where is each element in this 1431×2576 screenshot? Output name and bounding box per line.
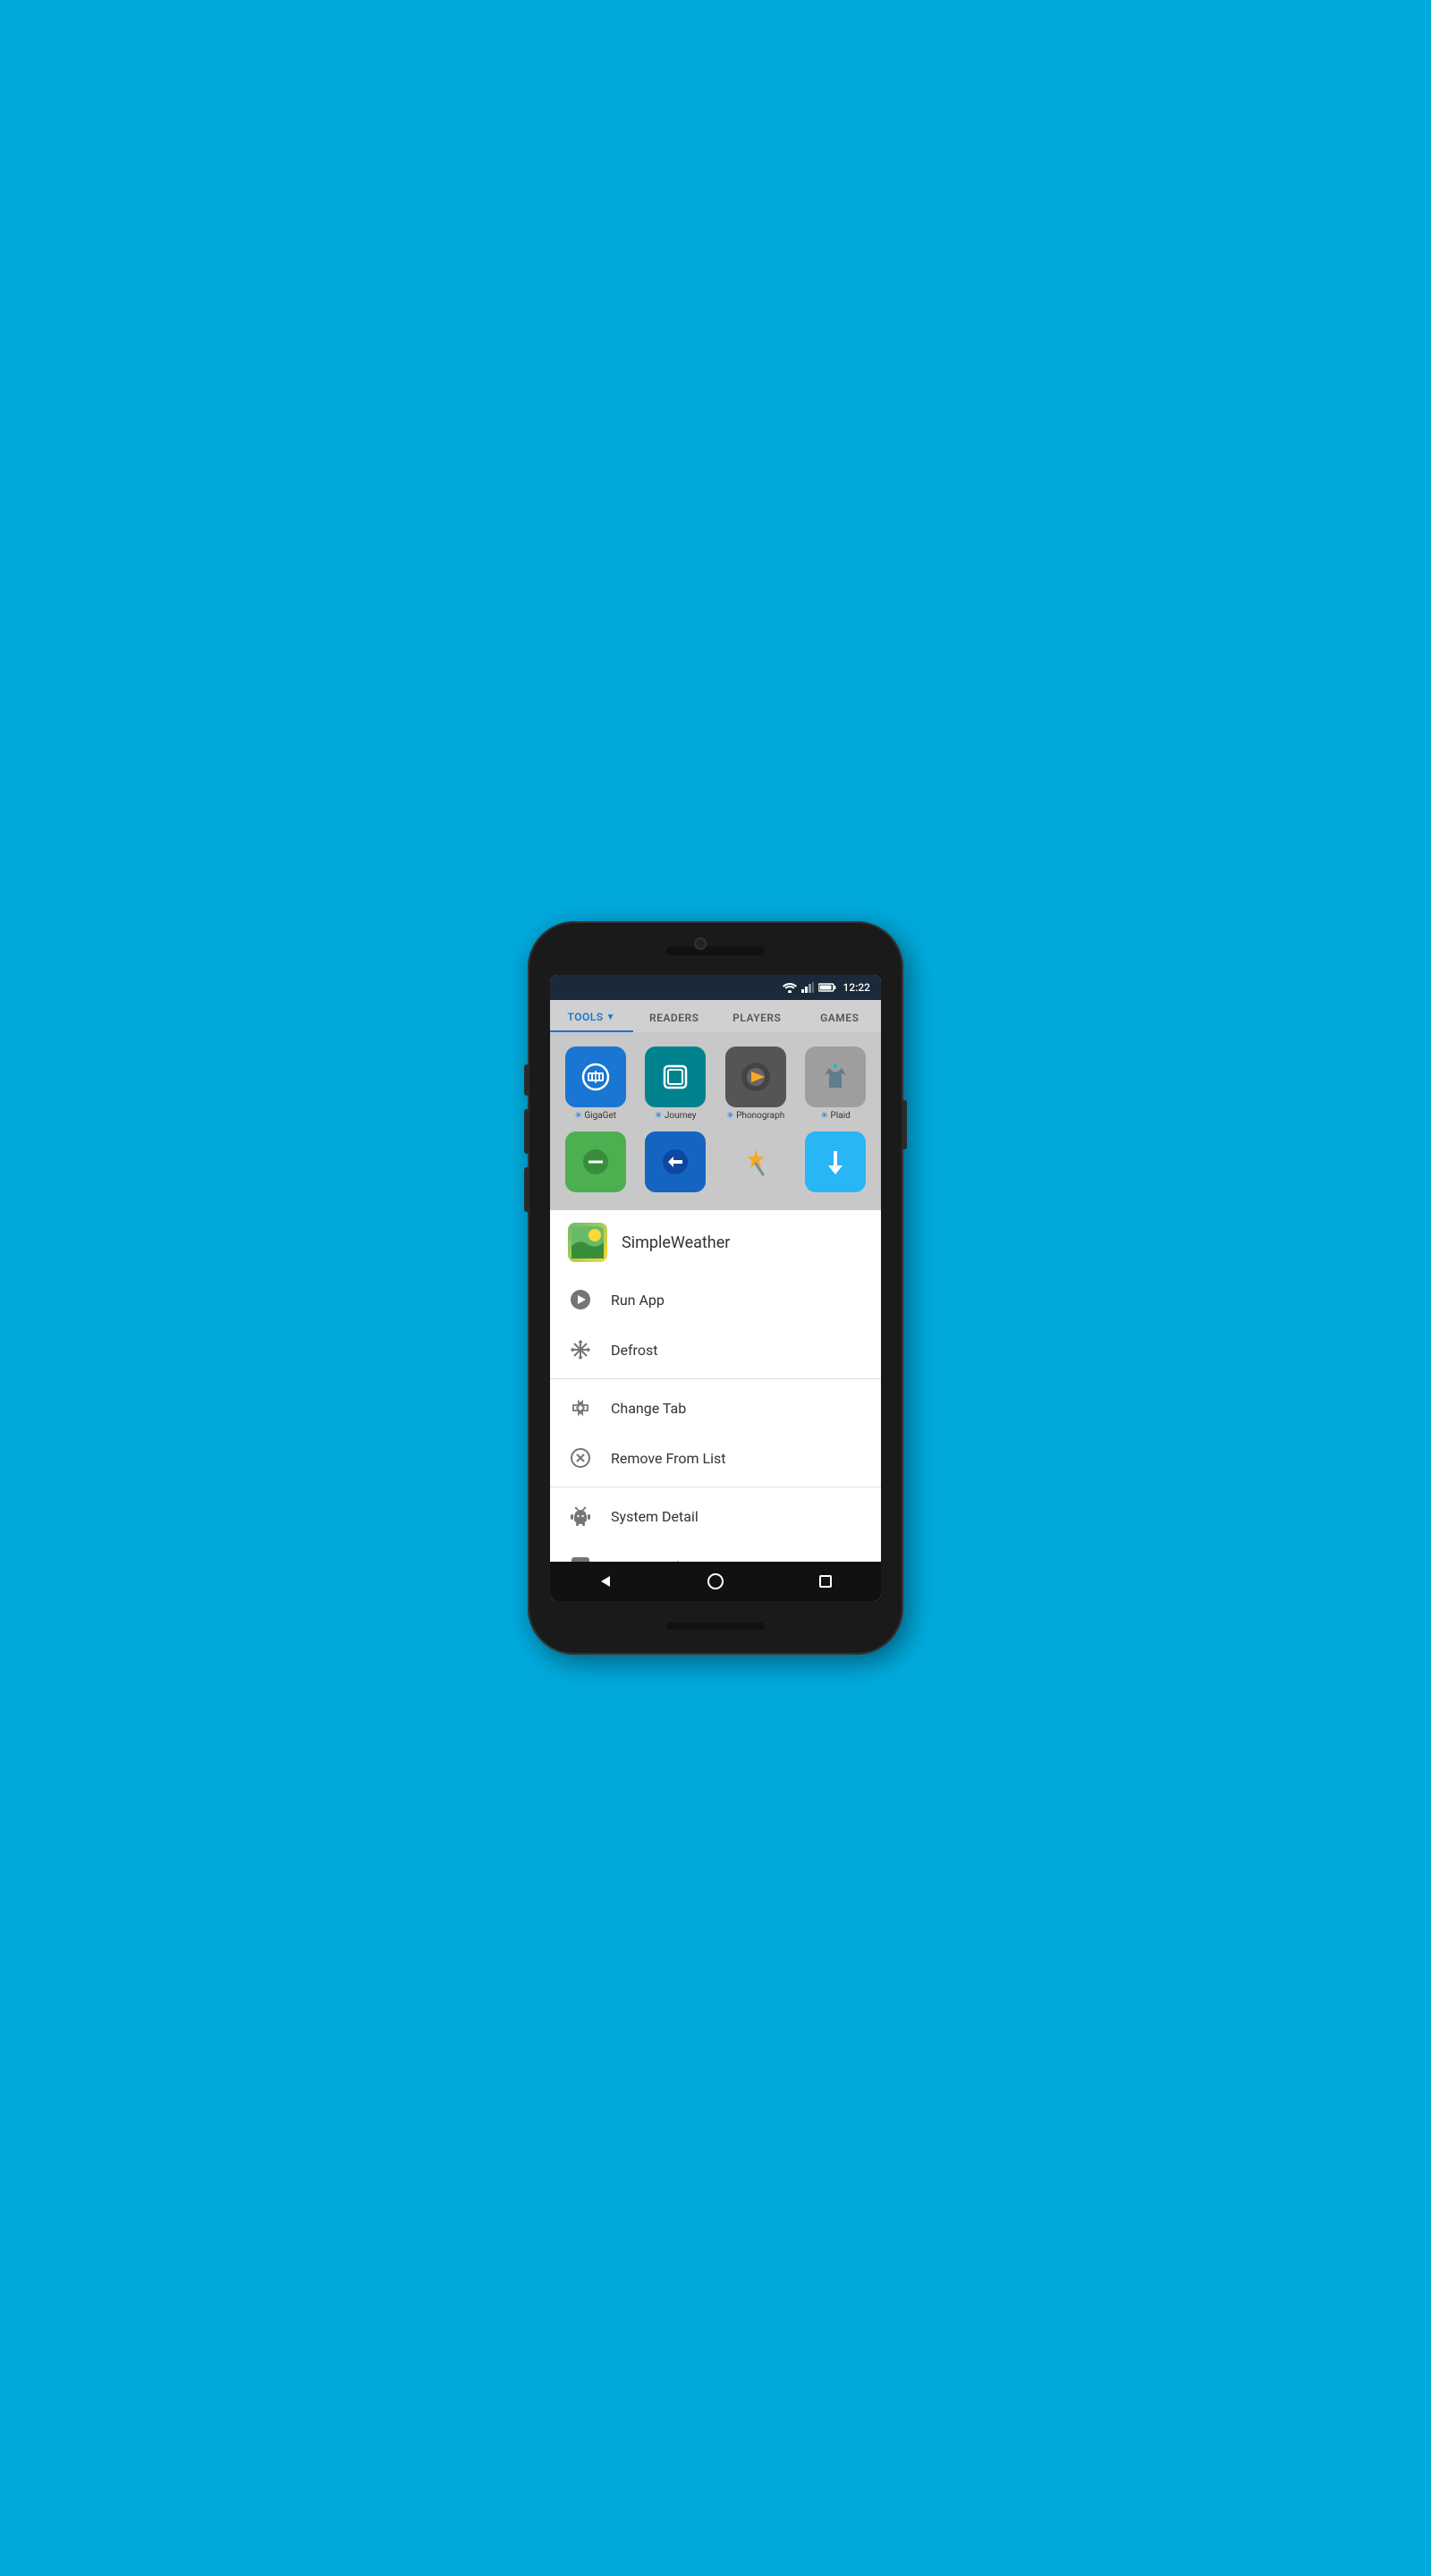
volume-up-button bbox=[524, 1064, 529, 1096]
app-icon-gigaget bbox=[565, 1046, 626, 1107]
run-app-label: Run App bbox=[611, 1292, 665, 1309]
app-icon-journey bbox=[645, 1046, 706, 1107]
camera bbox=[694, 937, 707, 950]
play-store-icon bbox=[568, 1554, 593, 1562]
app-grid: ✳ GigaGet ✳ Journey bbox=[550, 1032, 881, 1210]
app-row2-1[interactable] bbox=[561, 1131, 631, 1196]
app-row2-2[interactable] bbox=[641, 1131, 711, 1196]
tab-readers[interactable]: READERS bbox=[633, 1000, 716, 1032]
system-detail-label: System Detail bbox=[611, 1508, 699, 1525]
status-bar: 12:22 bbox=[550, 975, 881, 1000]
battery-icon bbox=[818, 982, 836, 993]
speaker-bottom bbox=[666, 1623, 765, 1630]
nav-recents-button[interactable] bbox=[812, 1568, 839, 1595]
speaker-top bbox=[666, 946, 765, 955]
wifi-icon bbox=[783, 982, 797, 993]
change-tab-label: Change Tab bbox=[611, 1400, 686, 1417]
tab-games[interactable]: GAMES bbox=[799, 1000, 882, 1032]
play-icon bbox=[568, 1287, 593, 1312]
nav-home-button[interactable] bbox=[702, 1568, 729, 1595]
tab-players[interactable]: PLAYERS bbox=[716, 1000, 799, 1032]
time-display: 12:22 bbox=[843, 981, 870, 994]
tab-tools[interactable]: TOOLS ▼ bbox=[550, 1000, 633, 1032]
app-phonograph[interactable]: ✳ Phonograph bbox=[721, 1046, 791, 1121]
android-icon bbox=[568, 1504, 593, 1529]
status-icons: 12:22 bbox=[783, 981, 870, 994]
context-change-tab[interactable]: Change Tab bbox=[550, 1383, 881, 1433]
app-icon-phonograph bbox=[725, 1046, 786, 1107]
phone-device: 12:22 TOOLS ▼ READERS PLAYERS GAMES bbox=[528, 921, 903, 1655]
arrows-icon bbox=[568, 1395, 593, 1420]
snowflake-icon bbox=[568, 1337, 593, 1362]
tabs-bar: TOOLS ▼ READERS PLAYERS GAMES bbox=[550, 1000, 881, 1032]
context-app-icon bbox=[568, 1223, 607, 1262]
power-button bbox=[902, 1100, 907, 1149]
app-icon-row2-3 bbox=[725, 1131, 786, 1192]
app-icon-row2-1 bbox=[565, 1131, 626, 1192]
app-plaid[interactable]: ✳ Plaid bbox=[801, 1046, 871, 1121]
context-menu: SimpleWeather Run App bbox=[550, 1210, 881, 1562]
context-menu-header: SimpleWeather bbox=[550, 1210, 881, 1275]
app-journey[interactable]: ✳ Journey bbox=[641, 1046, 711, 1121]
context-defrost[interactable]: Defrost bbox=[550, 1325, 881, 1375]
divider-1 bbox=[550, 1378, 881, 1379]
circle-x-icon bbox=[568, 1445, 593, 1470]
context-open-on-play[interactable]: Open on Play bbox=[550, 1541, 881, 1562]
app-icon-row2-2 bbox=[645, 1131, 706, 1192]
mute-button bbox=[524, 1167, 529, 1212]
remove-from-list-label: Remove From List bbox=[611, 1450, 726, 1467]
nav-back-button[interactable] bbox=[592, 1568, 619, 1595]
signal-icon bbox=[801, 982, 814, 993]
context-run-app[interactable]: Run App bbox=[550, 1275, 881, 1325]
app-row2-3[interactable] bbox=[721, 1131, 791, 1196]
app-row2-4[interactable] bbox=[801, 1131, 871, 1196]
app-icon-plaid bbox=[805, 1046, 866, 1107]
phone-screen: 12:22 TOOLS ▼ READERS PLAYERS GAMES bbox=[550, 975, 881, 1601]
context-system-detail[interactable]: System Detail bbox=[550, 1491, 881, 1541]
defrost-label: Defrost bbox=[611, 1342, 657, 1359]
context-app-name: SimpleWeather bbox=[622, 1233, 730, 1252]
volume-down-button bbox=[524, 1109, 529, 1154]
nav-bar bbox=[550, 1562, 881, 1601]
app-gigaget[interactable]: ✳ GigaGet bbox=[561, 1046, 631, 1121]
app-icon-row2-4 bbox=[805, 1131, 866, 1192]
context-remove-from-list[interactable]: Remove From List bbox=[550, 1433, 881, 1483]
